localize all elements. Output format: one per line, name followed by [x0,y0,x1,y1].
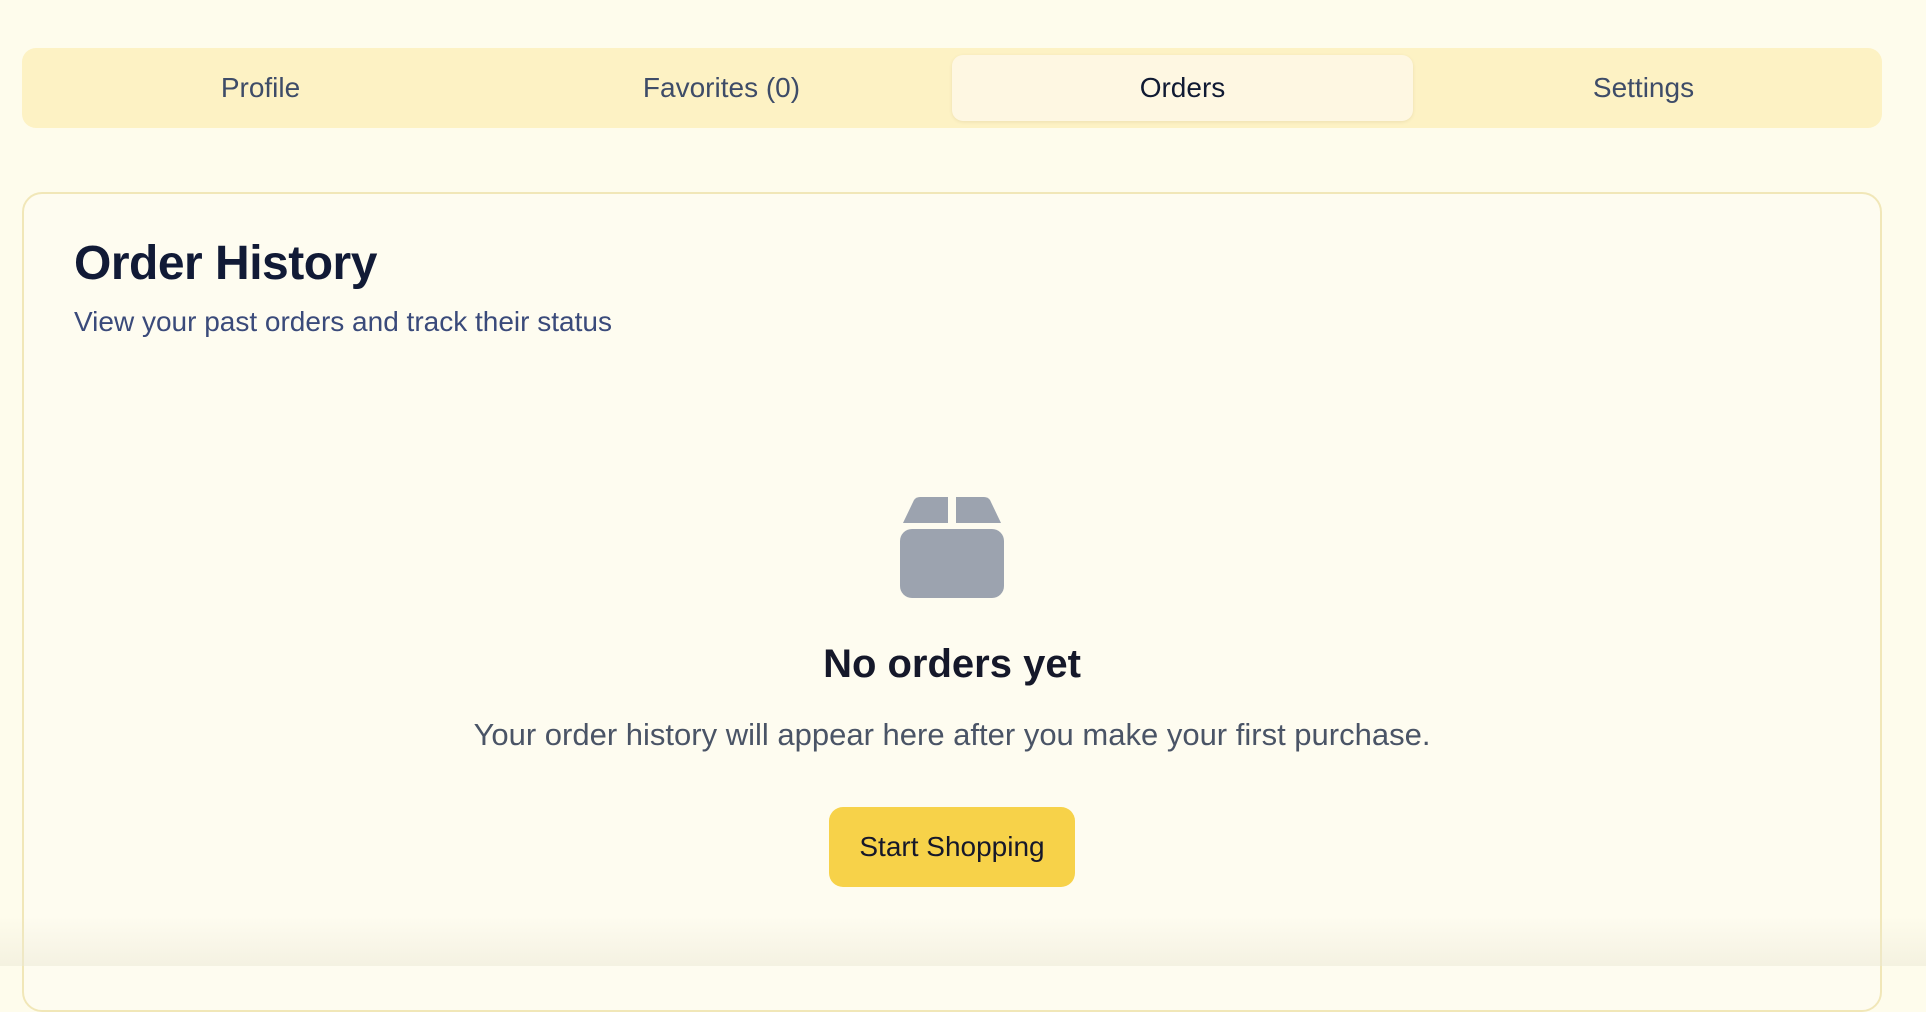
tab-orders[interactable]: Orders [952,55,1413,121]
tab-settings[interactable]: Settings [1413,55,1874,121]
tab-profile[interactable]: Profile [30,55,491,121]
tab-favorites[interactable]: Favorites (0) [491,55,952,121]
empty-state-title: No orders yet [823,642,1081,686]
package-icon [900,497,1004,598]
account-tab-bar: Profile Favorites (0) Orders Settings [22,48,1882,128]
page-title: Order History [74,237,377,290]
start-shopping-button[interactable]: Start Shopping [829,807,1075,887]
empty-state-message: Your order history will appear here afte… [473,717,1431,752]
page-subtitle: View your past orders and track their st… [74,306,612,337]
empty-state: No orders yet Your order history will ap… [24,492,1880,887]
order-history-card: Order History View your past orders and … [22,192,1882,1012]
